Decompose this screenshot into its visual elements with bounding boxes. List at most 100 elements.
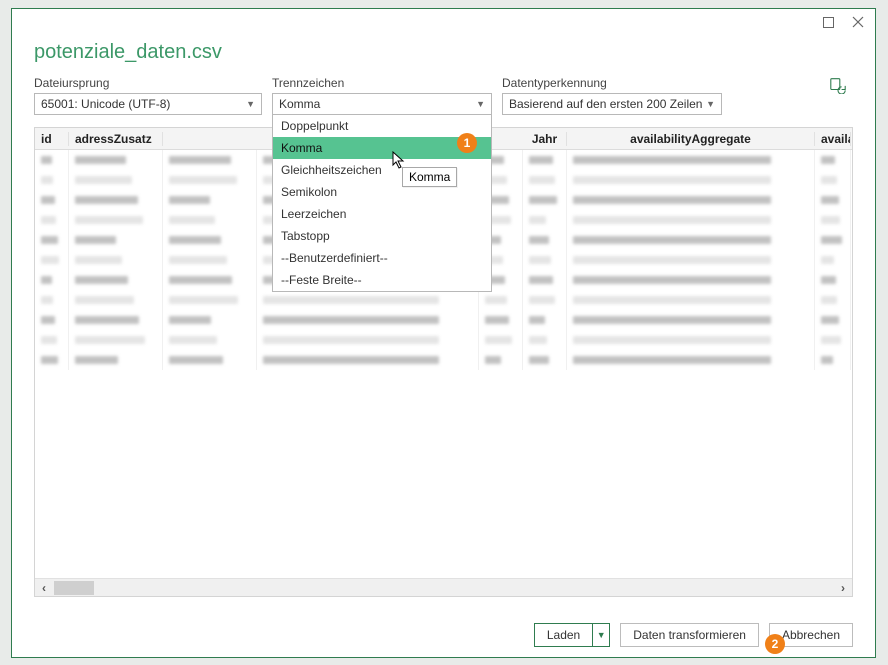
table-cell xyxy=(523,270,567,290)
cursor-icon xyxy=(392,151,406,169)
horizontal-scrollbar[interactable]: ‹ › xyxy=(35,578,852,596)
scroll-track[interactable] xyxy=(53,581,834,595)
table-cell xyxy=(35,250,69,270)
table-cell xyxy=(163,330,257,350)
table-cell xyxy=(69,210,163,230)
scroll-right-icon[interactable]: › xyxy=(834,581,852,595)
table-cell xyxy=(69,190,163,210)
controls-row: Dateiursprung 65001: Unicode (UTF-8) ▼ T… xyxy=(12,76,875,115)
table-cell xyxy=(567,350,815,370)
scroll-thumb[interactable] xyxy=(54,581,94,595)
delimiter-tooltip: Komma xyxy=(402,167,457,187)
table-cell xyxy=(257,350,479,370)
load-split-button: Laden ▼ xyxy=(534,623,610,647)
delimiter-option[interactable]: Doppelpunkt xyxy=(273,115,491,137)
table-cell xyxy=(567,150,815,170)
table-cell xyxy=(69,330,163,350)
column-header-jahr[interactable]: Jahr xyxy=(523,132,567,146)
table-cell xyxy=(163,210,257,230)
table-cell xyxy=(163,170,257,190)
scroll-left-icon[interactable]: ‹ xyxy=(35,581,53,595)
table-cell xyxy=(567,170,815,190)
column-header-adress[interactable]: adressZusatz xyxy=(69,132,163,146)
table-cell xyxy=(163,290,257,310)
table-cell xyxy=(35,310,69,330)
column-header-availability[interactable]: availabilityAggregate xyxy=(567,132,815,146)
table-cell xyxy=(523,310,567,330)
table-cell xyxy=(479,290,523,310)
table-cell xyxy=(69,350,163,370)
datatype-group: Datentyperkennung Basierend auf den erst… xyxy=(502,76,722,115)
table-cell xyxy=(815,310,851,330)
delimiter-option[interactable]: Semikolon xyxy=(273,181,491,203)
table-cell xyxy=(35,350,69,370)
table-cell xyxy=(815,210,851,230)
transform-data-button[interactable]: Daten transformieren xyxy=(620,623,759,647)
table-cell xyxy=(523,290,567,310)
table-cell xyxy=(523,190,567,210)
table-cell xyxy=(163,250,257,270)
chevron-down-icon: ▼ xyxy=(246,99,255,109)
settings-refresh-icon xyxy=(829,76,847,94)
close-button[interactable] xyxy=(847,13,869,31)
table-cell xyxy=(567,210,815,230)
table-cell xyxy=(35,330,69,350)
table-cell xyxy=(479,350,523,370)
table-cell xyxy=(567,190,815,210)
delimiter-option[interactable]: --Benutzerdefiniert-- xyxy=(273,247,491,269)
table-cell xyxy=(35,270,69,290)
table-cell xyxy=(815,170,851,190)
origin-label: Dateiursprung xyxy=(34,76,262,90)
table-cell xyxy=(69,150,163,170)
origin-value: 65001: Unicode (UTF-8) xyxy=(41,97,170,111)
table-cell xyxy=(257,330,479,350)
maximize-button[interactable] xyxy=(817,13,839,31)
table-cell xyxy=(257,290,479,310)
delimiter-option[interactable]: --Feste Breite-- xyxy=(273,269,491,291)
table-row xyxy=(35,290,852,310)
table-cell xyxy=(567,290,815,310)
delimiter-select[interactable]: Komma ▼ xyxy=(272,93,492,115)
table-cell xyxy=(35,210,69,230)
table-cell xyxy=(815,270,851,290)
table-cell xyxy=(69,270,163,290)
column-header-id[interactable]: id xyxy=(35,132,69,146)
table-cell xyxy=(567,310,815,330)
delimiter-value: Komma xyxy=(279,97,320,111)
table-cell xyxy=(815,350,851,370)
table-cell xyxy=(815,250,851,270)
table-cell xyxy=(35,190,69,210)
table-row xyxy=(35,310,852,330)
table-cell xyxy=(163,310,257,330)
table-cell xyxy=(35,170,69,190)
table-cell xyxy=(567,250,815,270)
delimiter-group: Trennzeichen Komma ▼ DoppelpunktKommaGle… xyxy=(272,76,492,115)
origin-select[interactable]: 65001: Unicode (UTF-8) ▼ xyxy=(34,93,262,115)
datatype-value: Basierend auf den ersten 200 Zeilen xyxy=(509,97,702,111)
table-cell xyxy=(523,230,567,250)
load-button[interactable]: Laden xyxy=(534,623,592,647)
table-cell xyxy=(69,290,163,310)
delimiter-label: Trennzeichen xyxy=(272,76,492,90)
table-cell xyxy=(523,150,567,170)
table-cell xyxy=(815,190,851,210)
table-cell xyxy=(163,230,257,250)
table-cell xyxy=(163,150,257,170)
table-cell xyxy=(523,170,567,190)
datatype-label: Datentyperkennung xyxy=(502,76,722,90)
table-cell xyxy=(815,290,851,310)
table-cell xyxy=(523,350,567,370)
delimiter-option[interactable]: Tabstopp xyxy=(273,225,491,247)
datatype-select[interactable]: Basierend auf den ersten 200 Zeilen ▼ xyxy=(502,93,722,115)
table-cell xyxy=(567,270,815,290)
delimiter-option[interactable]: Gleichheitszeichen xyxy=(273,159,491,181)
settings-action[interactable] xyxy=(829,76,853,96)
column-header-availability2[interactable]: availal xyxy=(815,132,851,146)
table-cell xyxy=(69,230,163,250)
table-cell xyxy=(35,290,69,310)
load-dropdown-toggle[interactable]: ▼ xyxy=(592,623,610,647)
table-cell xyxy=(69,310,163,330)
table-cell xyxy=(69,250,163,270)
delimiter-option[interactable]: Leerzeichen xyxy=(273,203,491,225)
table-cell xyxy=(815,230,851,250)
